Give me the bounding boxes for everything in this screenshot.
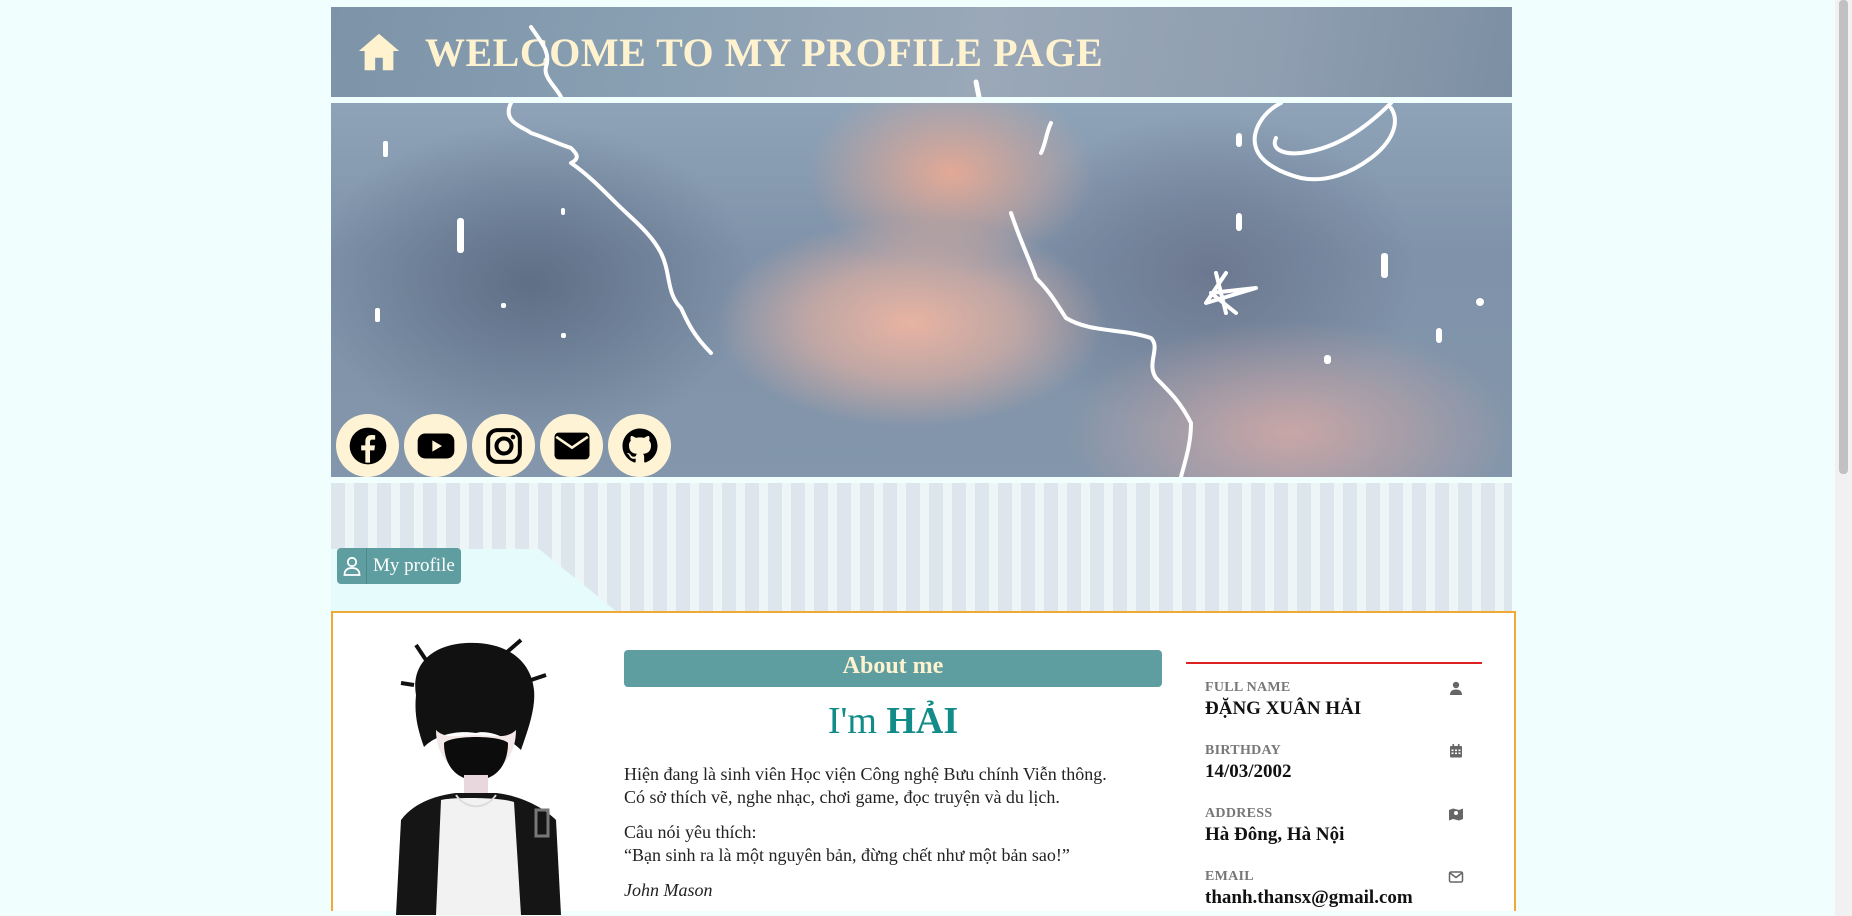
page-scrollbar[interactable] (1835, 0, 1852, 916)
envelope-icon (1448, 871, 1464, 883)
header-doodle (529, 25, 982, 97)
banner-image (331, 103, 1512, 477)
instagram-icon (485, 427, 522, 464)
tab-label: My profile (367, 548, 461, 584)
instagram-link[interactable] (472, 414, 535, 477)
github-icon (622, 428, 657, 463)
tab-my-profile[interactable]: My profile (337, 548, 461, 584)
social-links (336, 414, 671, 477)
user-icon (337, 548, 367, 584)
profile-card: About me I'm HẢI Hiện đang là sinh viên … (331, 611, 1516, 915)
info-label: BIRTHDAY (1205, 743, 1282, 758)
info-value[interactable]: thanh.thansx@gmail.com (1205, 887, 1482, 909)
info-address: ADDRESS Hà Đông, Hà Nội (1186, 806, 1482, 869)
youtube-icon (417, 433, 454, 458)
email-link[interactable] (540, 414, 603, 477)
info-full-name: FULL NAME ĐẶNG XUÂN HẢI (1186, 680, 1482, 743)
map-icon (1449, 808, 1463, 821)
intro-heading: I'm HẢI (624, 699, 1162, 743)
facebook-icon (349, 427, 386, 464)
tab-strip: My profile (331, 483, 1512, 611)
scrollbar-thumb[interactable] (1839, 0, 1848, 474)
quote-text: “Bạn sinh ra là một nguyên bản, đừng chế… (624, 845, 1070, 865)
info-birthday: BIRTHDAY 14/03/2002 (1186, 743, 1482, 806)
quote-label: Câu nói yêu thích: (624, 822, 757, 842)
page-container: WELCOME TO MY PROFILE PAGE My profile Ab… (331, 7, 1516, 915)
about-section: About me I'm HẢI Hiện đang là sinh viên … (624, 650, 1162, 914)
info-label: EMAIL (1205, 869, 1254, 884)
calendar-icon (1450, 744, 1462, 758)
github-link[interactable] (608, 414, 671, 477)
bio-paragraph: Hiện đang là sinh viên Học viện Công ngh… (624, 763, 1162, 809)
info-value: 14/03/2002 (1205, 761, 1292, 782)
info-email: EMAIL thanh.thansx@gmail.com (1186, 869, 1482, 916)
facebook-link[interactable] (336, 414, 399, 477)
envelope-icon (554, 432, 589, 459)
bio-line-1: Hiện đang là sinh viên Học viện Công ngh… (624, 764, 1107, 784)
personal-info: FULL NAME ĐẶNG XUÂN HẢI BIRTHDAY 14/03/2… (1186, 662, 1482, 916)
quote-paragraph: Câu nói yêu thích: “Bạn sinh ra là một n… (624, 821, 1162, 867)
info-label: ADDRESS (1205, 806, 1273, 821)
info-value: ĐẶNG XUÂN HẢI (1205, 698, 1362, 719)
intro-name: HẢI (886, 700, 959, 742)
about-text: Hiện đang là sinh viên Học viện Công ngh… (624, 763, 1162, 902)
info-value: Hà Đông, Hà Nội (1205, 824, 1345, 845)
about-heading: About me (624, 650, 1162, 687)
quote-author: John Mason (624, 880, 713, 900)
bio-line-2: Có sở thích vẽ, nghe nhạc, chơi game, đọ… (624, 787, 1060, 807)
avatar-illustration (356, 635, 588, 915)
youtube-link[interactable] (404, 414, 467, 477)
info-label: FULL NAME (1205, 680, 1291, 695)
intro-prefix: I'm (827, 700, 877, 742)
header-bar: WELCOME TO MY PROFILE PAGE (331, 7, 1512, 97)
user-icon (1450, 681, 1462, 695)
